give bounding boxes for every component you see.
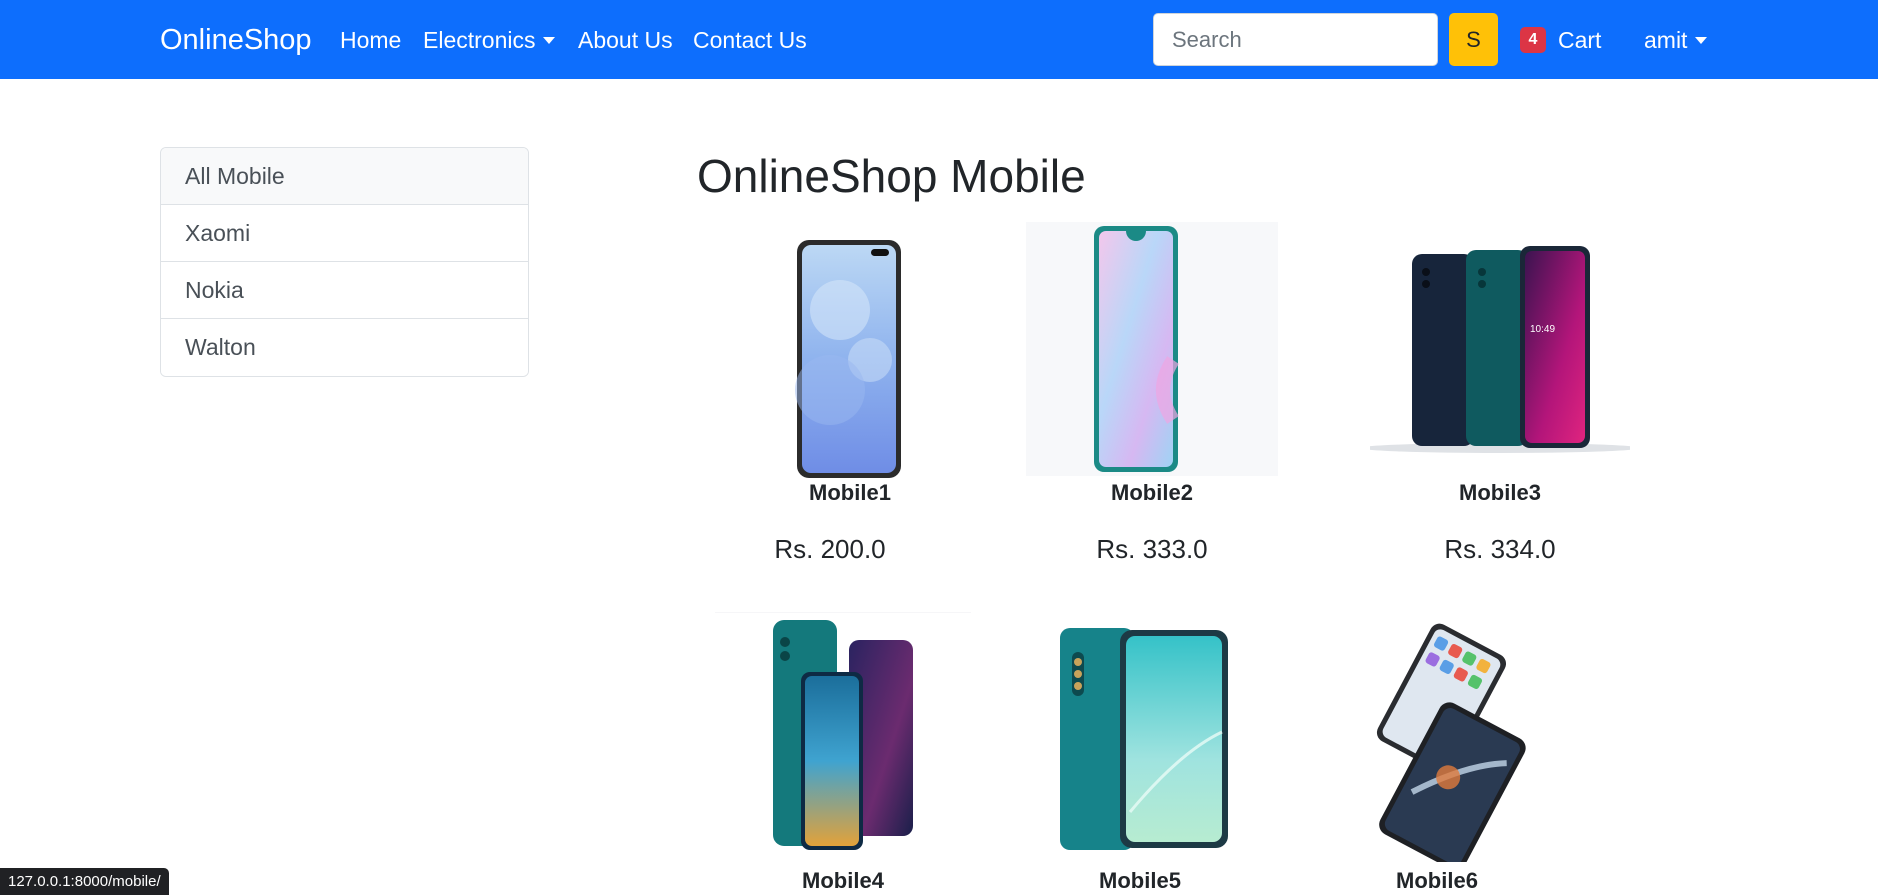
cart-label: Cart xyxy=(1558,26,1602,53)
cart-link[interactable]: 4 Cart xyxy=(1520,24,1601,56)
search-button[interactable]: S xyxy=(1449,13,1498,66)
product-name: Mobile1 xyxy=(809,480,891,505)
navbar: OnlineShop Home Electronics About Us Con… xyxy=(0,0,1878,79)
svg-text:10:49: 10:49 xyxy=(1530,324,1555,335)
product-name: Mobile6 xyxy=(1396,868,1478,893)
category-item-nokia[interactable]: Nokia xyxy=(161,262,528,319)
product-image xyxy=(1376,623,1526,862)
browser-status-bar: 127.0.0.1:8000/mobile/ xyxy=(0,868,169,895)
product-name: Mobile2 xyxy=(1111,480,1193,505)
product-image xyxy=(795,240,901,478)
product-name: Mobile5 xyxy=(1099,868,1181,893)
product-price: Rs. 200.0 xyxy=(774,534,886,564)
nav-electronics-label: Electronics xyxy=(423,27,536,53)
category-item-walton[interactable]: Walton xyxy=(161,319,528,376)
search-input[interactable] xyxy=(1153,13,1438,66)
category-item-xaomi[interactable]: Xaomi xyxy=(161,205,528,262)
page-title: OnlineShop Mobile xyxy=(697,150,1086,202)
caret-down-icon xyxy=(1695,36,1708,44)
nav-contact-link[interactable]: Contact Us xyxy=(693,24,807,56)
product-price: Rs. 333.0 xyxy=(1096,534,1208,564)
product-name: Mobile3 xyxy=(1459,480,1541,505)
user-name: amit xyxy=(1644,27,1688,53)
nav-electronics-dropdown[interactable]: Electronics xyxy=(423,24,556,56)
product-card[interactable]: Mobile5 xyxy=(1010,612,1270,895)
product-price: Rs. 334.0 xyxy=(1444,534,1556,564)
product-card[interactable]: 10:49 Mobile3 Rs. 334.0 xyxy=(1370,220,1630,580)
nav-about-link[interactable]: About Us xyxy=(578,24,673,56)
caret-down-icon xyxy=(543,36,556,44)
product-image xyxy=(1060,628,1228,850)
product-card[interactable]: Mobile2 Rs. 333.0 xyxy=(1022,220,1282,580)
product-name: Mobile4 xyxy=(802,868,884,893)
category-list: All Mobile Xaomi Nokia Walton xyxy=(160,147,529,377)
brand-logo-link[interactable]: OnlineShop xyxy=(160,22,312,58)
product-card[interactable]: Mobile1 Rs. 200.0 xyxy=(720,220,980,580)
category-item-all-mobile[interactable]: All Mobile xyxy=(161,148,528,205)
product-image xyxy=(715,612,971,850)
nav-home-link[interactable]: Home xyxy=(340,24,401,56)
product-card[interactable]: Mobile4 xyxy=(713,612,973,895)
product-card[interactable]: Mobile6 xyxy=(1307,612,1567,895)
user-dropdown[interactable]: amit xyxy=(1644,24,1708,56)
product-image: 10:49 xyxy=(1370,246,1630,453)
product-image xyxy=(1026,222,1278,476)
cart-count-badge: 4 xyxy=(1520,27,1546,53)
